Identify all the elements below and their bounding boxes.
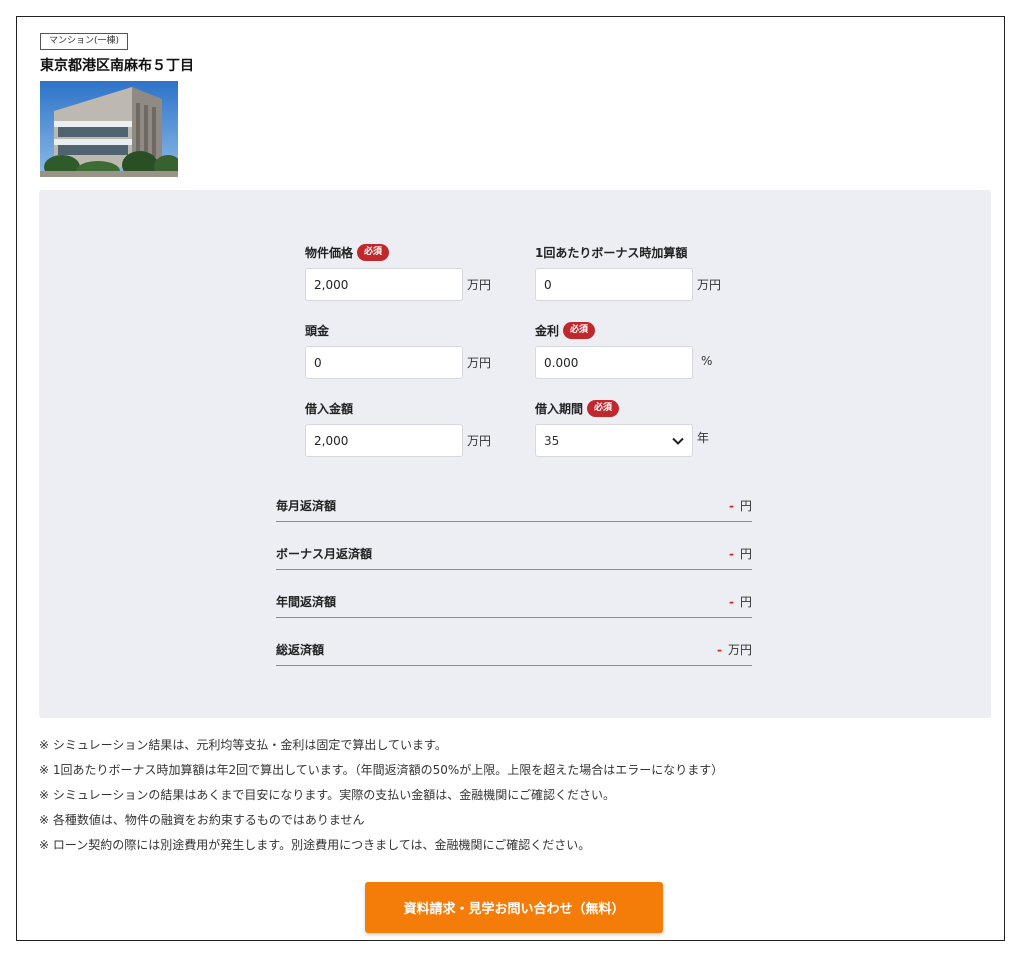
result-row-monthly: 毎月返済額 -円 <box>276 488 752 522</box>
term-label: 借入期間 <box>535 401 584 416</box>
result-value: -円 <box>729 595 752 609</box>
down-payment-unit: 万円 <box>467 356 492 370</box>
note-item: ※ ローン契約の際には別途費用が発生します。別途費用につきましては、金融機関にご… <box>39 838 591 852</box>
interest-label: 金利 <box>535 323 560 338</box>
result-value: - 万円 <box>717 643 752 657</box>
note-item: ※ 各種数値は、物件の融資をお約束するものではありません <box>39 813 365 827</box>
chevron-down-icon <box>672 437 684 445</box>
note-item: ※ シミュレーションの結果はあくまで目安になります。実際の支払い金額は、金融機関… <box>39 788 615 802</box>
loan-amount-label: 借入金額 <box>305 401 354 416</box>
result-value: -円 <box>729 499 752 513</box>
note-item: ※ シミュレーション結果は、元利均等支払・金利は固定で算出しています。 <box>39 738 447 752</box>
result-label: 総返済額 <box>276 643 325 657</box>
results-list: 毎月返済額 -円 ボーナス月返済額 -円 年間返済額 -円 総返済額 - 万円 <box>276 488 752 680</box>
term-unit: 年 <box>697 431 710 445</box>
inquiry-button[interactable]: 資料請求・見学お問い合わせ（無料） <box>365 882 663 933</box>
loan-amount-input[interactable] <box>305 424 463 457</box>
price-unit: 万円 <box>467 278 492 292</box>
interest-unit: % <box>701 354 713 368</box>
property-photo <box>40 81 178 177</box>
result-label: 毎月返済額 <box>276 499 337 513</box>
down-payment-input[interactable] <box>305 346 463 379</box>
required-badge: 必須 <box>563 321 596 339</box>
required-badge: 必須 <box>357 243 390 261</box>
bonus-label: 1回あたりボーナス時加算額 <box>535 245 688 260</box>
bonus-unit: 万円 <box>697 278 722 292</box>
term-select[interactable]: 35 <box>535 424 693 457</box>
interest-input[interactable] <box>535 346 693 379</box>
note-item: ※ 1回あたりボーナス時加算額は年2回で算出しています。（年間返済額の50%が上… <box>39 763 724 777</box>
loan-amount-unit: 万円 <box>467 434 492 448</box>
required-badge: 必須 <box>587 399 620 417</box>
property-address: 東京都港区南麻布５丁目 <box>40 58 194 74</box>
term-select-value: 35 <box>544 433 560 448</box>
price-input[interactable] <box>305 268 463 301</box>
result-row-bonus-month: ボーナス月返済額 -円 <box>276 536 752 570</box>
result-row-total: 総返済額 - 万円 <box>276 632 752 666</box>
result-value: -円 <box>729 547 752 561</box>
property-type-tag: マンション(一棟) <box>40 33 129 50</box>
down-payment-label: 頭金 <box>305 323 330 338</box>
result-label: ボーナス月返済額 <box>276 547 373 561</box>
bonus-input[interactable] <box>535 268 693 301</box>
price-label: 物件価格 <box>305 245 354 260</box>
loan-simulator-panel: 物件価格 必須 万円 1回あたりボーナス時加算額 万円 頭金 万円 金利 必須 <box>39 190 991 718</box>
disclaimer-notes: ※ シミュレーション結果は、元利均等支払・金利は固定で算出しています。 ※ 1回… <box>39 733 989 858</box>
result-row-annual: 年間返済額 -円 <box>276 584 752 618</box>
result-label: 年間返済額 <box>276 595 337 609</box>
property-card: マンション(一棟) 東京都港区南麻布５丁目 物件価格 必須 2,000 万円 1… <box>16 16 1005 941</box>
